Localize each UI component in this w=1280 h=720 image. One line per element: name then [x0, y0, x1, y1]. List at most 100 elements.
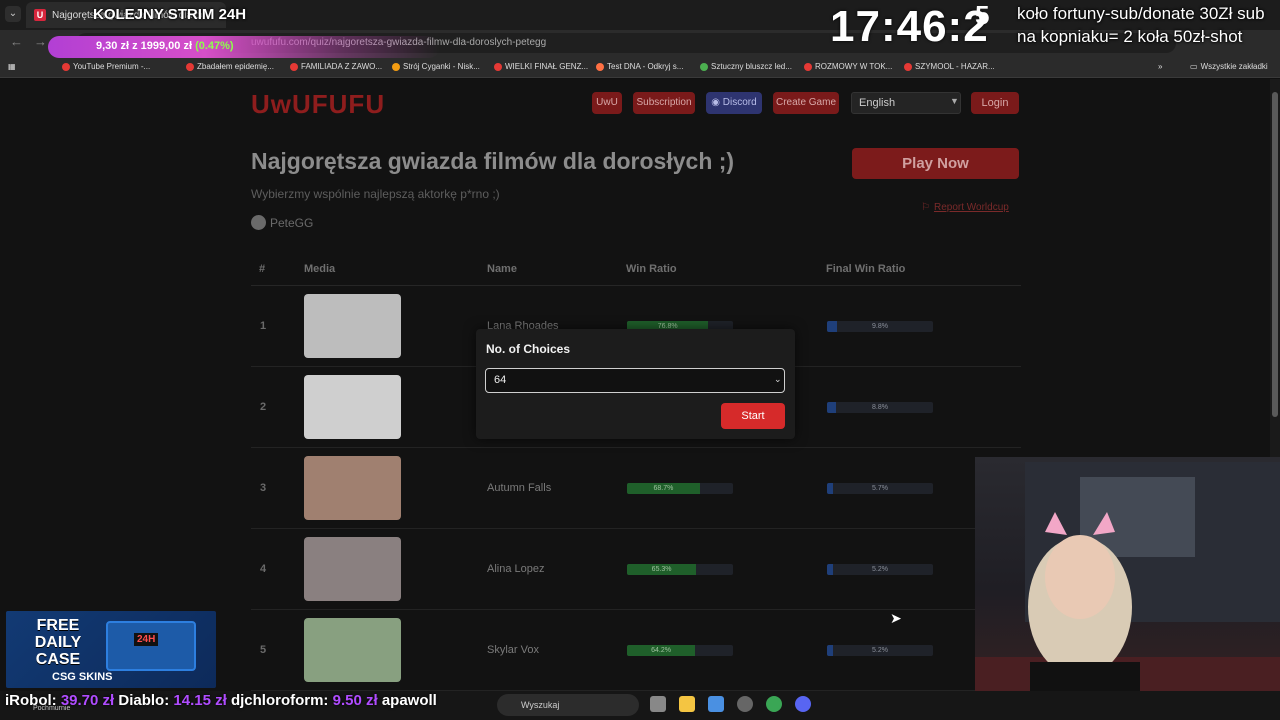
youtube-icon	[804, 62, 812, 71]
more-bookmarks-icon[interactable]: »	[1158, 62, 1162, 71]
store-icon[interactable]	[708, 696, 724, 712]
apps-icon[interactable]: ▦	[8, 62, 16, 71]
choices-select[interactable]: 64	[485, 368, 785, 393]
dialog-title: No. of Choices	[486, 342, 571, 356]
win-ratio-bar: 68.7%	[627, 483, 733, 494]
final-win-ratio-bar: 9.8%	[827, 321, 933, 332]
promo-banner: FREE DAILY CASE 24H CSG SKINS	[6, 611, 216, 688]
play-now-button[interactable]: Play Now	[852, 148, 1019, 179]
discord-icon: ◉	[711, 97, 723, 108]
table-row: 5 Skylar Vox 64.2% 5.2%	[251, 610, 1021, 691]
final-win-ratio-label: 5.2%	[872, 647, 888, 654]
row-name: Skylar Vox	[487, 644, 539, 656]
youtube-icon	[290, 62, 298, 71]
win-ratio-bar: 65.3%	[627, 564, 733, 575]
stream-clock: 17:46:2	[830, 2, 989, 51]
chevron-down-icon: ▼	[950, 96, 959, 106]
taskbar-search[interactable]: Wyszukaj	[497, 694, 639, 716]
site-favicon-icon: U	[34, 9, 46, 21]
all-bookmarks-folder[interactable]: ▭ Wszystkie zakładki	[1190, 62, 1268, 71]
final-win-ratio-label: 5.2%	[872, 566, 888, 573]
promo-badge: 24H	[134, 633, 159, 646]
youtube-icon	[186, 62, 194, 71]
uwu-button[interactable]: UwU	[592, 92, 622, 114]
bookmark-item[interactable]: SZYMOOL - HAZAR...	[904, 62, 995, 71]
final-win-ratio-label: 8.8%	[872, 404, 888, 411]
donation-ticker: iRobol: 39.70 zł Diablo: 14.15 zł djchlo…	[5, 692, 437, 709]
site-logo[interactable]: UwUFUFU	[251, 89, 385, 120]
bookmark-item[interactable]: WIELKI FINAŁ GENZ...	[494, 62, 588, 71]
col-header-rank: #	[259, 263, 266, 275]
forward-icon[interactable]: →	[34, 34, 47, 49]
final-win-ratio-bar: 8.8%	[827, 402, 933, 413]
media-thumbnail[interactable]	[304, 618, 401, 682]
bookmark-item[interactable]: Sztuczny bluszcz led...	[700, 62, 792, 71]
final-win-ratio-label: 9.8%	[872, 323, 888, 330]
bookmark-item[interactable]: Strój Cyganki - Nisk...	[392, 62, 480, 71]
webcam-image	[975, 462, 1280, 720]
language-select[interactable]: English	[851, 92, 961, 114]
create-game-button[interactable]: Create Game	[773, 92, 839, 114]
bookmark-item[interactable]: Test DNA - Odkryj s...	[596, 62, 683, 71]
col-header-name: Name	[487, 263, 517, 275]
site-icon	[392, 62, 400, 71]
site-icon	[596, 62, 604, 71]
scrollbar-thumb[interactable]	[1272, 92, 1278, 417]
row-rank: 2	[260, 401, 267, 413]
final-win-ratio-label: 5.7%	[872, 485, 888, 492]
donation-goal-percent: (0.47%)	[195, 40, 234, 52]
webcam-feed	[975, 457, 1280, 720]
youtube-icon	[62, 62, 70, 71]
login-button[interactable]: Login	[971, 92, 1019, 114]
tab-search-button[interactable]: ⌄	[5, 6, 21, 22]
media-thumbnail[interactable]	[304, 456, 401, 520]
col-header-win-ratio: Win Ratio	[626, 263, 677, 275]
folder-icon: ▭	[1190, 62, 1198, 71]
table-row: 4 Alina Lopez 65.3% 5.2%	[251, 529, 1021, 610]
col-header-final-win-ratio: Final Win Ratio	[826, 263, 906, 275]
back-icon[interactable]: ←	[10, 34, 23, 49]
row-rank: 3	[260, 482, 267, 494]
page-title: Najgorętsza gwiazda filmów dla dorosłych…	[251, 148, 735, 174]
flag-icon: ⚐	[921, 202, 930, 213]
media-thumbnail[interactable]	[304, 537, 401, 601]
final-win-ratio-bar: 5.7%	[827, 483, 933, 494]
youtube-icon	[904, 62, 912, 71]
start-button[interactable]: Start	[721, 403, 785, 429]
wheel-of-fortune-info: koło fortuny-sub/donate 30Zł sub na kopn…	[1017, 4, 1265, 46]
stream-title: KOLEJNY STRIM 24H	[93, 6, 247, 23]
promo-brand: CSG SKINS	[52, 671, 113, 683]
bookmark-item[interactable]: ROZMOWY W TOK...	[804, 62, 892, 71]
row-rank: 1	[260, 320, 267, 332]
chrome-icon[interactable]	[766, 696, 782, 712]
discord-icon[interactable]	[795, 696, 811, 712]
media-thumbnail[interactable]	[304, 294, 401, 358]
task-view-icon[interactable]	[650, 696, 666, 712]
author[interactable]: PeteGG	[251, 215, 313, 230]
win-ratio-fill: 68.7%	[627, 483, 700, 494]
win-ratio-fill: 64.2%	[627, 645, 696, 656]
table-row: 3 Autumn Falls 68.7% 5.7%	[251, 448, 1021, 529]
row-rank: 4	[260, 563, 267, 575]
media-thumbnail[interactable]	[304, 375, 401, 439]
site-icon	[700, 62, 708, 71]
choices-dialog: No. of Choices 64 ⌄ Start	[476, 329, 795, 439]
youtube-icon	[494, 62, 502, 71]
col-header-media: Media	[304, 263, 336, 275]
bookmark-item[interactable]: Zbadałem epidemię...	[186, 62, 274, 71]
obs-icon[interactable]	[737, 696, 753, 712]
report-link[interactable]: ⚐ Report Worldcup	[921, 202, 1009, 213]
bookmark-item[interactable]: FAMILIADA Z ZAWO...	[290, 62, 382, 71]
file-explorer-icon[interactable]	[679, 696, 695, 712]
final-win-ratio-bar: 5.2%	[827, 645, 933, 656]
stream-clock-seconds: 5	[975, 0, 990, 30]
promo-text: FREE DAILY CASE	[34, 617, 82, 668]
discord-button[interactable]: ◉ Discord	[706, 92, 762, 114]
bookmark-item[interactable]: YouTube Premium -...	[62, 62, 150, 71]
bookmarks-bar: ▦ YouTube Premium -... Zbadałem epidemię…	[0, 56, 1280, 78]
row-name: Autumn Falls	[487, 482, 552, 494]
row-rank: 5	[260, 644, 267, 656]
win-ratio-fill: 65.3%	[627, 564, 697, 575]
user-avatar-icon	[251, 215, 266, 230]
subscription-button[interactable]: Subscription	[633, 92, 695, 114]
